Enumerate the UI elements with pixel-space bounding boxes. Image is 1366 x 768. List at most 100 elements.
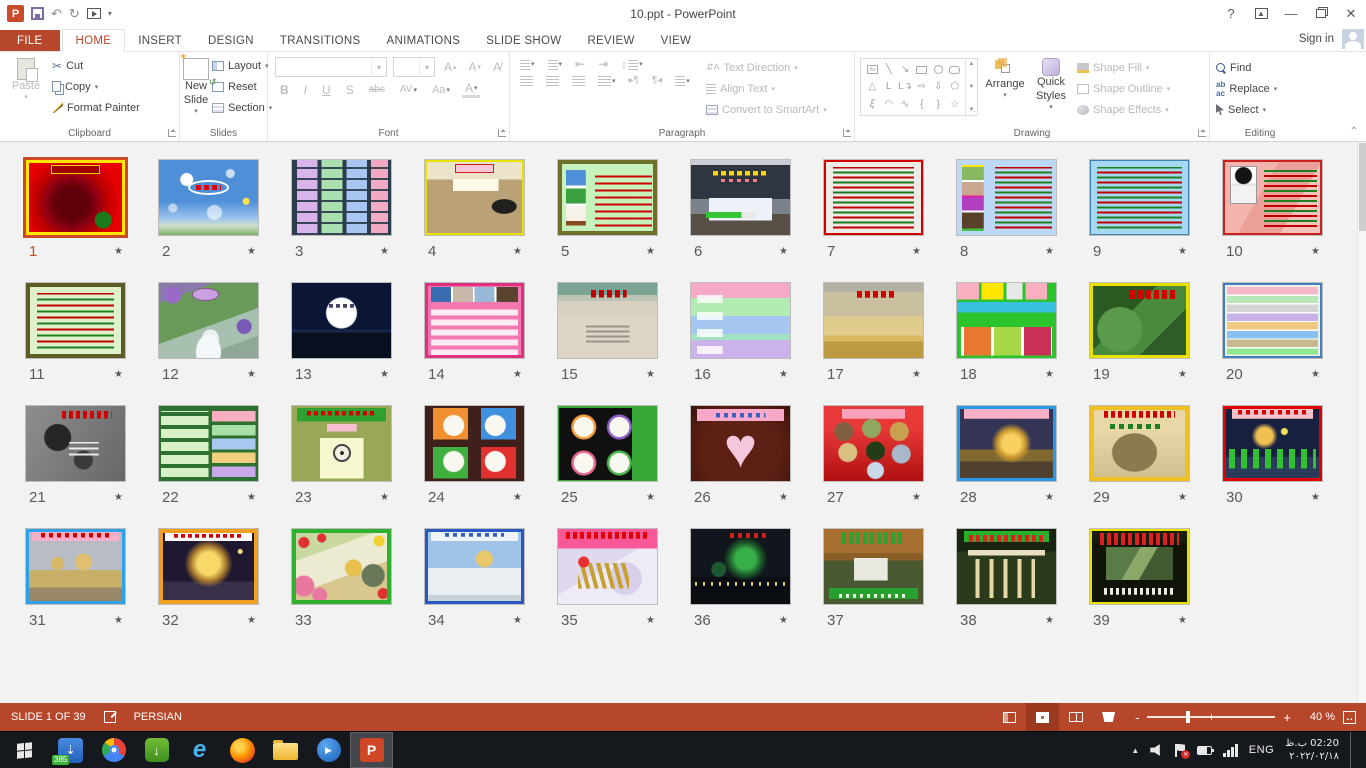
select-button[interactable]: Select▾	[1213, 99, 1280, 120]
slide-thumbnail-13[interactable]	[291, 282, 392, 359]
slide-thumbnail-25[interactable]	[557, 405, 658, 482]
clipboard-dialog-launcher-icon[interactable]	[168, 129, 176, 137]
taskbar-chrome[interactable]	[92, 732, 135, 768]
tab-slide-show[interactable]: SLIDE SHOW	[473, 30, 574, 51]
taskbar-powerpoint[interactable]: P	[350, 732, 393, 768]
animation-star-icon[interactable]: ★	[513, 492, 522, 503]
oval-shape-icon[interactable]	[934, 65, 943, 74]
animation-star-icon[interactable]: ★	[1045, 246, 1054, 257]
animation-star-icon[interactable]: ★	[646, 246, 655, 257]
animation-star-icon[interactable]: ★	[114, 492, 123, 503]
taskbar-idm[interactable]: ↓	[135, 732, 178, 768]
triangle-shape-icon[interactable]: △	[868, 81, 876, 92]
curve-shape-icon[interactable]: ∿	[901, 99, 909, 110]
slide-thumbnail-39[interactable]	[1089, 528, 1190, 605]
taskbar-file-explorer[interactable]	[264, 732, 307, 768]
line-shape-icon[interactable]: ╲	[886, 64, 892, 75]
fit-to-window-icon[interactable]	[1343, 711, 1356, 724]
slide-thumbnail-29[interactable]	[1089, 405, 1190, 482]
shapes-gallery[interactable]: A≡ ╲ ↘ △ L L↴ ⇨ ⇩ ⬠ 𝜉 ◠ ∿ { }	[860, 58, 978, 116]
tab-view[interactable]: VIEW	[648, 30, 705, 51]
animation-star-icon[interactable]: ★	[779, 615, 788, 626]
zoom-slider[interactable]	[1147, 716, 1275, 718]
power-icon[interactable]	[1197, 746, 1212, 755]
scribble-shape-icon[interactable]: 𝜉	[870, 99, 875, 110]
slide-thumbnail-23[interactable]	[291, 405, 392, 482]
show-desktop-button[interactable]	[1350, 732, 1358, 768]
volume-icon[interactable]	[1150, 744, 1164, 757]
animation-star-icon[interactable]: ★	[1178, 369, 1187, 380]
right-arrow-shape-icon[interactable]: ⇨	[918, 81, 926, 92]
animation-star-icon[interactable]: ★	[380, 369, 389, 380]
slide-thumbnail-32[interactable]	[158, 528, 259, 605]
slide-thumbnail-18[interactable]	[956, 282, 1057, 359]
slide-thumbnail-31[interactable]	[25, 528, 126, 605]
slide-thumbnail-14[interactable]	[424, 282, 525, 359]
animation-star-icon[interactable]: ★	[1045, 615, 1054, 626]
animation-star-icon[interactable]: ★	[114, 369, 123, 380]
slide-thumbnail-30[interactable]	[1222, 405, 1323, 482]
slide-thumbnail-27[interactable]	[823, 405, 924, 482]
animation-star-icon[interactable]: ★	[646, 369, 655, 380]
taskbar-media-player[interactable]: ▶	[307, 732, 350, 768]
slide-thumbnail-6[interactable]	[690, 159, 791, 236]
slide-show-button[interactable]	[1092, 703, 1125, 731]
paragraph-dialog-launcher-icon[interactable]	[843, 129, 851, 137]
rounded-rectangle-shape-icon[interactable]	[949, 66, 960, 74]
animation-star-icon[interactable]: ★	[1045, 492, 1054, 503]
tab-review[interactable]: REVIEW	[574, 30, 647, 51]
find-button[interactable]: Find	[1213, 57, 1280, 78]
animation-star-icon[interactable]: ★	[380, 492, 389, 503]
animation-star-icon[interactable]: ★	[247, 615, 256, 626]
minimize-button[interactable]: —	[1276, 0, 1306, 27]
down-arrow-shape-icon[interactable]: ⇩	[934, 81, 942, 92]
animation-star-icon[interactable]: ★	[646, 492, 655, 503]
animation-star-icon[interactable]: ★	[646, 615, 655, 626]
save-icon[interactable]	[31, 7, 44, 20]
animation-star-icon[interactable]: ★	[779, 246, 788, 257]
right-brace-shape-icon[interactable]: }	[937, 99, 940, 110]
collapse-ribbon-icon[interactable]: ⌃	[1350, 126, 1358, 137]
slide-thumbnail-10[interactable]	[1222, 159, 1323, 236]
slide-thumbnail-26[interactable]: ♥	[690, 405, 791, 482]
elbow-connector-icon[interactable]: L	[886, 81, 892, 92]
slide-thumbnail-38[interactable]	[956, 528, 1057, 605]
reset-button[interactable]: Reset	[209, 76, 275, 97]
drawing-dialog-launcher-icon[interactable]	[1198, 129, 1206, 137]
animation-star-icon[interactable]: ★	[513, 615, 522, 626]
redo-icon[interactable]: ↻	[69, 7, 80, 20]
slide-thumbnail-16[interactable]	[690, 282, 791, 359]
network-signal-icon[interactable]	[1223, 744, 1238, 757]
animation-star-icon[interactable]: ★	[1311, 246, 1320, 257]
animation-star-icon[interactable]: ★	[114, 615, 123, 626]
rectangle-shape-icon[interactable]	[916, 66, 927, 74]
slide-thumbnail-7[interactable]	[823, 159, 924, 236]
replace-button[interactable]: abacReplace▾	[1213, 78, 1280, 99]
star-shape-icon[interactable]: ☆	[950, 99, 959, 110]
animation-star-icon[interactable]: ★	[1045, 369, 1054, 380]
slide-thumbnail-17[interactable]	[823, 282, 924, 359]
animation-star-icon[interactable]: ★	[779, 492, 788, 503]
animation-star-icon[interactable]: ★	[247, 492, 256, 503]
vertical-scrollbar[interactable]	[1357, 142, 1366, 703]
slide-thumbnail-20[interactable]	[1222, 282, 1323, 359]
animation-star-icon[interactable]: ★	[513, 246, 522, 257]
cut-button[interactable]: ✂Cut	[49, 55, 143, 76]
animation-star-icon[interactable]: ★	[1178, 246, 1187, 257]
text-box-shape-icon[interactable]: A≡	[867, 65, 878, 74]
taskbar-download-manager[interactable]: ⇣385	[49, 732, 92, 768]
slide-thumbnail-4[interactable]	[424, 159, 525, 236]
elbow-arrow-connector-icon[interactable]: L↴	[898, 81, 912, 92]
help-button[interactable]: ?	[1216, 0, 1246, 27]
slide-thumbnail-3[interactable]	[291, 159, 392, 236]
tray-expand-icon[interactable]: ▲	[1131, 746, 1139, 755]
shapes-scrollbar[interactable]: ▲▼▼̱	[965, 59, 977, 115]
slide-thumbnail-33[interactable]	[291, 528, 392, 605]
taskbar-firefox[interactable]	[221, 732, 264, 768]
slide-thumbnail-5[interactable]	[557, 159, 658, 236]
animation-star-icon[interactable]: ★	[247, 369, 256, 380]
section-button[interactable]: Section▾	[209, 97, 275, 118]
undo-icon[interactable]: ↶	[51, 7, 62, 20]
slide-thumbnail-2[interactable]	[158, 159, 259, 236]
format-painter-button[interactable]: Format Painter	[49, 97, 143, 118]
